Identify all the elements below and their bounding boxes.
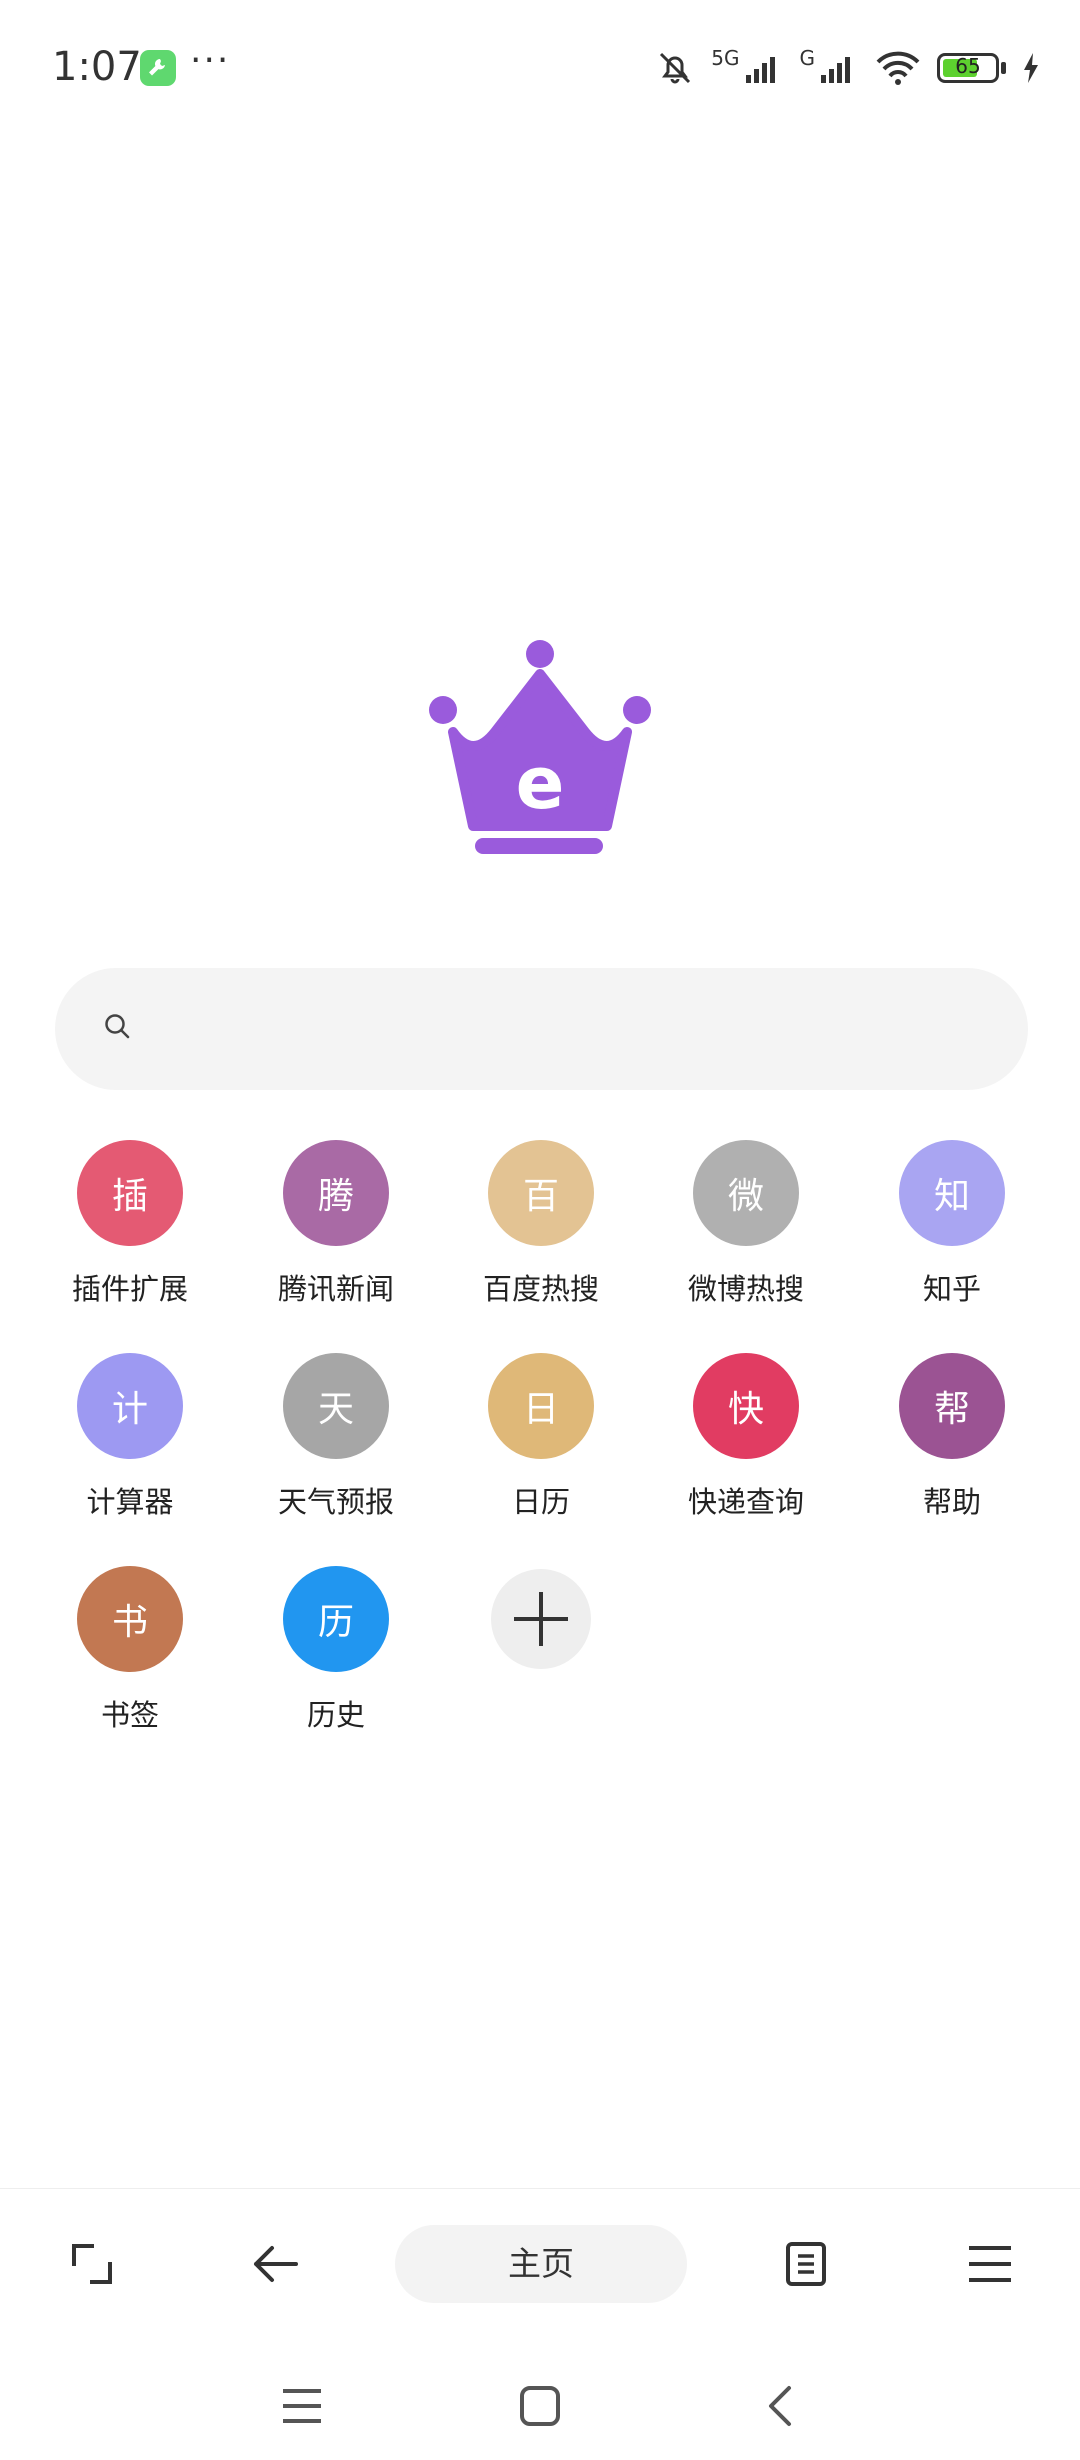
more-notifications-icon: ··· — [190, 40, 231, 81]
shortcut-label: 腾讯新闻 — [277, 1272, 394, 1306]
shortcut-label: 百度热搜 — [482, 1272, 599, 1306]
mute-bell-icon — [660, 52, 691, 84]
charging-bolt-icon — [1024, 53, 1038, 83]
shortcut-help[interactable]: 帮 帮助 — [852, 1353, 1052, 1521]
battery-icon: 65 — [937, 53, 999, 83]
home-square-icon — [520, 2386, 560, 2426]
battery-level: 65 — [955, 54, 981, 78]
shortcut-icon: 历 — [283, 1566, 389, 1672]
wrench-icon — [140, 50, 176, 86]
shortcut-label: 知乎 — [922, 1272, 981, 1306]
shortcut-history[interactable]: 历 历史 — [236, 1566, 436, 1734]
signal-icon — [745, 57, 775, 83]
shortcut-bookmarks[interactable]: 书 书签 — [30, 1566, 230, 1734]
shortcut-label: 天气预报 — [277, 1485, 394, 1519]
add-shortcut-button[interactable] — [441, 1566, 641, 1672]
arrow-left-icon — [254, 2246, 298, 2282]
search-input[interactable] — [155, 998, 999, 1062]
logo-letter: e — [516, 741, 565, 825]
shortcut-icon: 书 — [77, 1566, 183, 1672]
shortcut-icon: 天 — [283, 1353, 389, 1459]
shortcut-express-tracking[interactable]: 快 快递查询 — [646, 1353, 846, 1521]
status-icons: 5G G 65 — [655, 46, 1040, 90]
bottom-toolbar: 主页 — [0, 2188, 1080, 2339]
shortcut-icon: 插 — [77, 1140, 183, 1246]
shortcut-label: 微博热搜 — [687, 1272, 804, 1306]
shortcut-icon: 微 — [693, 1140, 799, 1246]
network-g-label: G — [799, 46, 816, 70]
shortcut-icon: 快 — [693, 1353, 799, 1459]
shortcut-baidu-hot[interactable]: 百 百度热搜 — [441, 1140, 641, 1308]
recent-apps-button[interactable] — [272, 2376, 332, 2436]
browser-crown-logo: e — [429, 640, 651, 854]
fullscreen-button[interactable] — [57, 2229, 127, 2299]
fullscreen-icon — [72, 2244, 112, 2284]
back-nav-button[interactable] — [750, 2376, 810, 2436]
shortcut-icon: 百 — [488, 1140, 594, 1246]
shortcut-weibo-hot[interactable]: 微 微博热搜 — [646, 1140, 846, 1308]
system-navigation-bar — [0, 2338, 1080, 2460]
tabs-button[interactable] — [771, 2229, 841, 2299]
tabs-page-icon — [786, 2242, 826, 2286]
recent-apps-icon — [283, 2389, 321, 2423]
shortcut-icon: 计 — [77, 1353, 183, 1459]
back-button[interactable] — [240, 2229, 310, 2299]
shortcut-icon: 日 — [488, 1353, 594, 1459]
shortcut-label: 快递查询 — [687, 1485, 804, 1519]
search-icon — [105, 1014, 130, 1039]
shortcut-label: 日历 — [511, 1485, 570, 1519]
shortcut-icon: 腾 — [283, 1140, 389, 1246]
shortcut-plugins[interactable]: 插 插件扩展 — [30, 1140, 230, 1308]
shortcut-calendar[interactable]: 日 日历 — [441, 1353, 641, 1521]
wifi-icon — [876, 51, 920, 85]
chevron-left-icon — [769, 2386, 791, 2426]
signal-icon — [821, 57, 850, 83]
shortcut-label: 插件扩展 — [71, 1272, 188, 1306]
search-bar[interactable] — [55, 968, 1028, 1090]
shortcut-label: 历史 — [306, 1698, 365, 1732]
shortcut-tencent-news[interactable]: 腾 腾讯新闻 — [236, 1140, 436, 1308]
shortcut-icon: 帮 — [899, 1353, 1005, 1459]
hamburger-menu-icon — [969, 2246, 1011, 2282]
shortcut-icon: 知 — [899, 1140, 1005, 1246]
shortcut-label: 书签 — [100, 1698, 159, 1732]
status-time: 1:07 — [52, 44, 142, 90]
menu-button[interactable] — [955, 2229, 1025, 2299]
shortcut-label: 计算器 — [86, 1485, 174, 1519]
shortcut-calculator[interactable]: 计 计算器 — [30, 1353, 230, 1521]
status-bar: 1:07 ··· 5G G 65 — [0, 0, 1080, 130]
network-5g-label: 5G — [711, 46, 740, 70]
plus-icon — [491, 1569, 591, 1669]
shortcut-weather[interactable]: 天 天气预报 — [236, 1353, 436, 1521]
home-nav-button[interactable] — [510, 2376, 570, 2436]
home-button[interactable]: 主页 — [395, 2225, 687, 2303]
shortcut-label: 帮助 — [922, 1485, 981, 1519]
battery-tip — [1001, 62, 1006, 74]
shortcut-zhihu[interactable]: 知 知乎 — [852, 1140, 1052, 1308]
